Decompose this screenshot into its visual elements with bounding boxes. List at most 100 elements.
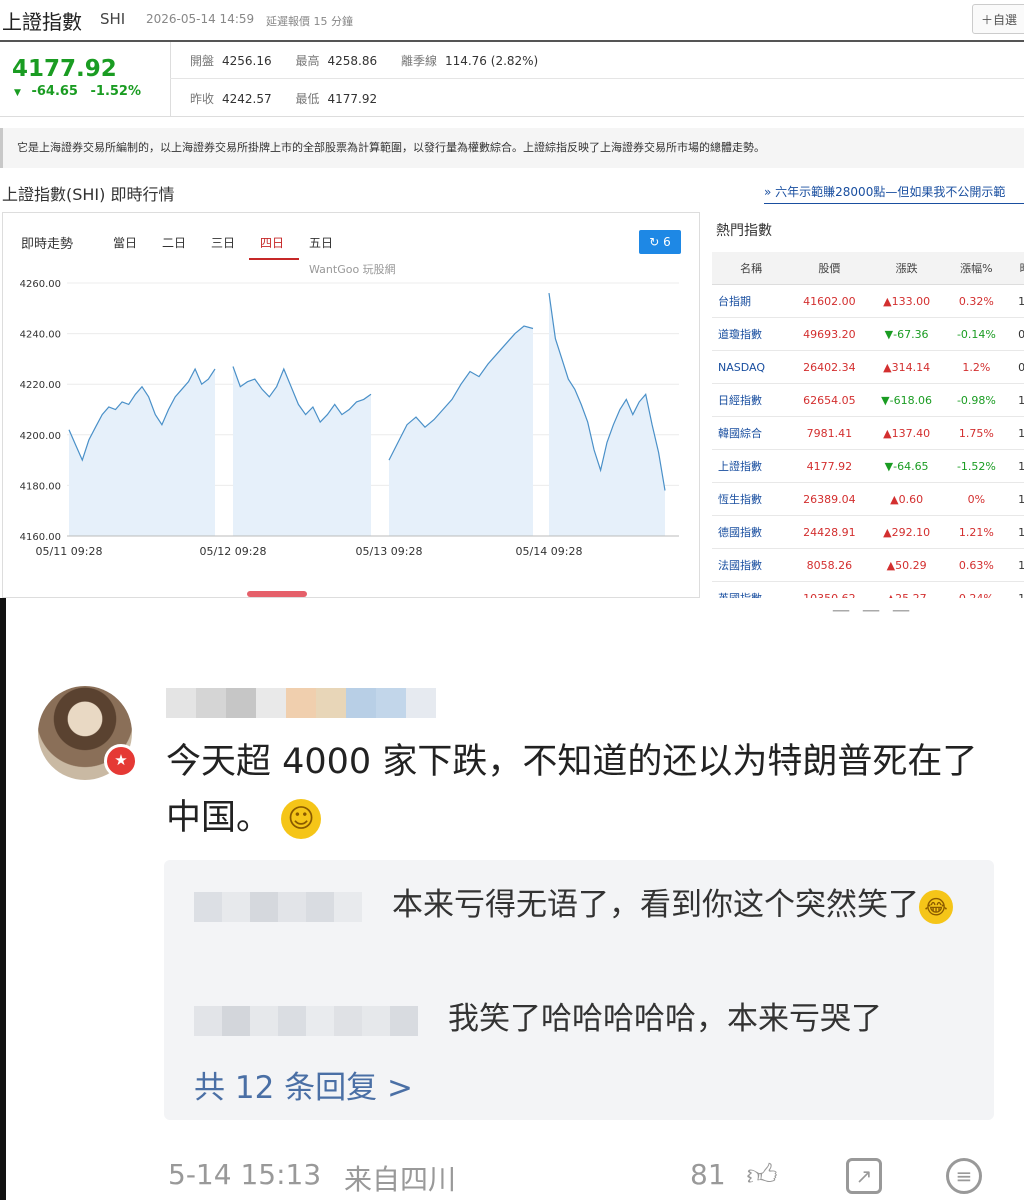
index-name[interactable]: 恆生指數 xyxy=(712,482,791,516)
index-time: 16 xyxy=(1008,515,1024,549)
quote-datetime: 2026-05-14 14:59 xyxy=(146,12,255,26)
post-text: 今天超 4000 家下跌，不知道的还以为特朗普死在了中国。 ☺ xyxy=(166,734,1006,846)
reply-text: 本来亏得无语了，看到你这个突然笑了 xyxy=(392,887,919,923)
divider xyxy=(0,116,1024,117)
index-change-percent: 1.75% xyxy=(944,416,1009,450)
index-change: ▼-67.36 xyxy=(868,317,945,351)
index-time: 17 xyxy=(1008,581,1024,598)
add-watchlist-button[interactable]: ＋自選 xyxy=(972,4,1024,34)
change-value: -64.65 xyxy=(31,84,78,99)
verified-badge-icon: ★ xyxy=(104,744,138,778)
chart-panel-title: 即時走勢 xyxy=(21,237,74,252)
index-name[interactable]: NASDAQ xyxy=(712,350,791,384)
index-price: 4177.92 xyxy=(790,449,869,483)
price-change: ▼ -64.65 -1.52% xyxy=(14,84,141,99)
prev-value: 4242.57 xyxy=(222,92,272,106)
tab-2day[interactable]: 二日 xyxy=(162,234,186,251)
table-row[interactable]: 法國指數8058.26▲50.290.63%16 xyxy=(712,548,1024,582)
table-row[interactable]: 韓國綜合7981.41▲137.401.75%14 xyxy=(712,416,1024,450)
session-area xyxy=(233,366,371,536)
index-change-percent: 1.21% xyxy=(944,515,1009,549)
down-triangle-icon: ▼ xyxy=(14,88,21,98)
index-time: 13 xyxy=(1008,284,1024,318)
high-value: 4258.86 xyxy=(327,54,378,68)
index-change-percent: 0.63% xyxy=(944,548,1009,582)
reply-item[interactable]: 我笑了哈哈哈哈哈，本来亏哭了 xyxy=(194,994,974,1044)
more-replies-link[interactable]: 共 12 条回复 > xyxy=(194,1062,413,1107)
table-row[interactable]: 恆生指數26389.04▲0.600%15 xyxy=(712,482,1024,516)
index-change-percent: 0% xyxy=(944,482,1009,516)
session-area xyxy=(69,369,215,536)
low-label: 最低 xyxy=(295,92,320,106)
index-change: ▼-618.06 xyxy=(868,383,945,417)
table-row[interactable]: 道瓊指數49693.20▼-67.36-0.14%04 xyxy=(712,317,1024,351)
index-time: 14 xyxy=(1008,383,1024,417)
index-name[interactable]: 道瓊指數 xyxy=(712,317,791,351)
reply-text: 我笑了哈哈哈哈哈，本来亏哭了 xyxy=(448,1001,882,1037)
refresh-button[interactable]: ↻ 6 xyxy=(639,230,681,254)
tab-3day[interactable]: 三日 xyxy=(211,234,235,251)
tab-today[interactable]: 當日 xyxy=(113,234,137,251)
table-row[interactable]: 德國指數24428.91▲292.101.21%16 xyxy=(712,515,1024,549)
table-row[interactable]: 台指期41602.00▲133.000.32%13 xyxy=(712,284,1024,318)
index-change: ▲133.00 xyxy=(868,284,945,318)
low-value: 4177.92 xyxy=(327,92,378,106)
price-box: 4177.92 ▼ -64.65 -1.52% xyxy=(0,42,171,116)
index-name[interactable]: 英國指數 xyxy=(712,581,791,598)
column-header: 時 xyxy=(1008,252,1024,285)
x-tick-label: 05/13 09:28 xyxy=(356,545,423,558)
table-row[interactable]: 日經指數62654.05▼-618.06-0.98%14 xyxy=(712,383,1024,417)
index-time: 14 xyxy=(1008,449,1024,483)
index-change: ▲50.29 xyxy=(868,548,945,582)
ma-label: 離季線 xyxy=(400,54,437,68)
index-change-percent: -0.98% xyxy=(944,383,1009,417)
edge-bar xyxy=(0,598,6,1200)
ma-value: 114.76 (2.82%) xyxy=(444,54,539,68)
index-change-percent: -0.14% xyxy=(944,317,1009,351)
index-name[interactable]: 德國指數 xyxy=(712,515,791,549)
reply-item[interactable]: 本来亏得无语了，看到你这个突然笑了 😂 xyxy=(194,880,974,930)
index-change: ▲0.60 xyxy=(868,482,945,516)
tab-5day[interactable]: 五日 xyxy=(309,234,333,251)
tab-4day[interactable]: 四日 xyxy=(260,234,284,251)
index-change: ▼-64.65 xyxy=(868,449,945,483)
index-change-percent: 1.2% xyxy=(944,350,1009,384)
index-price: 26389.04 xyxy=(790,482,869,516)
index-price: 24428.91 xyxy=(790,515,869,549)
stats-row-1: 開盤 4256.16 最高 4258.86 離季線 114.76 (2.82%) xyxy=(190,52,558,69)
index-name[interactable]: 日經指數 xyxy=(712,383,791,417)
index-name[interactable]: 上證指數 xyxy=(712,449,791,483)
index-name[interactable]: 法國指數 xyxy=(712,548,791,582)
column-header: 漲跌 xyxy=(868,252,945,285)
section-title: 上證指數(SHI) 即時行情 xyxy=(2,185,175,204)
index-time: 16 xyxy=(1008,548,1024,582)
index-change: ▲137.40 xyxy=(868,416,945,450)
smile-emoji-icon: ☺ xyxy=(281,799,322,839)
open-label: 開盤 xyxy=(190,54,215,68)
news-link-underline xyxy=(764,203,1024,204)
like-count: 81 xyxy=(690,1158,726,1191)
blurred-username xyxy=(166,688,436,718)
share-icon[interactable]: ↗ xyxy=(846,1158,882,1194)
comment-timestamp: 5-14 15:13 xyxy=(168,1158,322,1191)
blurred-reply-username xyxy=(194,891,362,922)
y-tick-label: 4160.00 xyxy=(20,532,61,543)
table-row[interactable]: NASDAQ26402.34▲314.141.2%09 xyxy=(712,350,1024,384)
active-tab-indicator xyxy=(249,258,299,260)
table-row[interactable]: 上證指數4177.92▼-64.65-1.52%14 xyxy=(712,449,1024,483)
x-tick-label: 05/11 09:28 xyxy=(36,545,103,558)
index-name[interactable]: 台指期 xyxy=(712,284,791,318)
scroll-indicator[interactable] xyxy=(247,591,307,597)
index-title: 上證指數 xyxy=(2,10,82,34)
index-price: 26402.34 xyxy=(790,350,869,384)
last-price: 4177.92 xyxy=(12,56,117,82)
index-change: ▲292.10 xyxy=(868,515,945,549)
column-header: 名稱 xyxy=(712,252,791,285)
news-link[interactable]: » 六年示範賺28000點—但如果我不公開示範 xyxy=(764,183,1005,200)
like-icon[interactable]: 👍︎ xyxy=(744,1158,780,1194)
comment-icon[interactable]: ≡ xyxy=(946,1158,982,1194)
index-time: 14 xyxy=(1008,416,1024,450)
table-row[interactable]: 英國指數10350.62▲25.270.24%17 xyxy=(712,581,1024,598)
index-name[interactable]: 韓國綜合 xyxy=(712,416,791,450)
x-tick-label: 05/12 09:28 xyxy=(200,545,267,558)
